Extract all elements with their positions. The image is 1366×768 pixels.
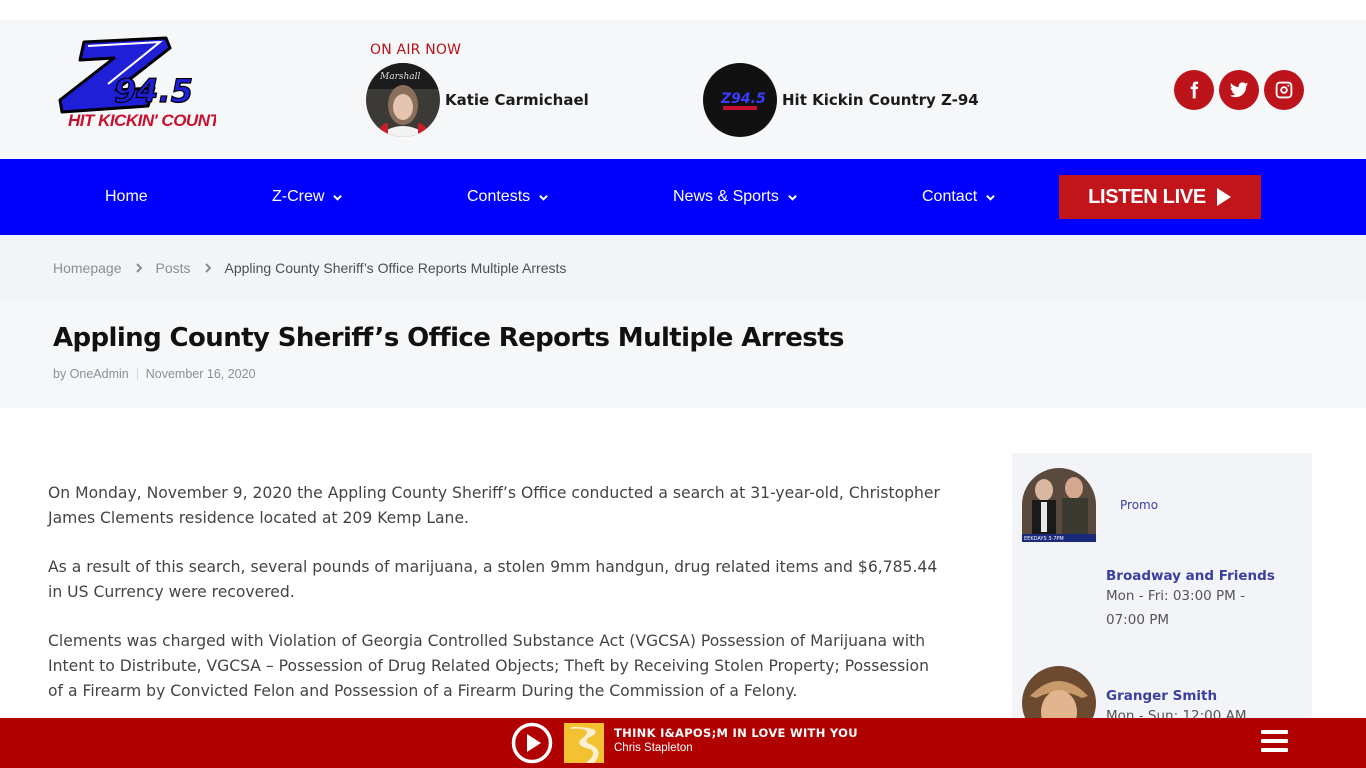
- breadcrumb-homepage[interactable]: Homepage: [53, 260, 122, 276]
- show-schedule-sidebar: EEKDAYS 3-7PM Promo Broadway and Friends…: [1012, 453, 1312, 733]
- chevron-down-icon: [539, 194, 548, 201]
- twitter-icon: [1229, 82, 1249, 98]
- breadcrumb-posts[interactable]: Posts: [156, 260, 191, 276]
- station-name: Hit Kickin Country Z-94: [782, 91, 979, 109]
- paragraph: Clements was charged with Violation of G…: [48, 632, 929, 700]
- listen-live-label: LISTEN LIVE: [1088, 185, 1206, 208]
- show-time: 07:00 PM: [1106, 612, 1169, 628]
- svg-text:Z94.5: Z94.5: [720, 91, 766, 107]
- content-area: On Monday, November 9, 2020 the Appling …: [0, 408, 1366, 733]
- current-host[interactable]: Marshall Katie Carmichael: [366, 63, 589, 137]
- station-logo[interactable]: 94.5 HIT KICKIN' COUNTRY: [54, 34, 216, 134]
- host-name: Katie Carmichael: [445, 91, 589, 109]
- post-author[interactable]: by OneAdmin: [53, 367, 129, 381]
- station-show[interactable]: Z94.5 Hit Kickin Country Z-94: [703, 63, 979, 137]
- chevron-right-icon: [135, 262, 142, 273]
- promo-image: EEKDAYS 3-7PM: [1022, 468, 1096, 542]
- show-item[interactable]: Broadway and Friends Mon - Fri: 03:00 PM…: [1106, 568, 1275, 632]
- track-artist: Chris Stapleton: [614, 742, 693, 754]
- nav-item-z-crew[interactable]: Z-Crew: [272, 159, 343, 235]
- twitter-button[interactable]: [1219, 70, 1259, 110]
- facebook-button[interactable]: [1174, 70, 1214, 110]
- nav-item-contact[interactable]: Contact: [922, 159, 995, 235]
- nav-label: Home: [105, 188, 148, 205]
- post-body: On Monday, November 9, 2020 the Appling …: [48, 481, 948, 728]
- svg-text:Marshall: Marshall: [379, 72, 421, 82]
- top-strip: [0, 0, 1366, 20]
- breadcrumb: Homepage Posts Appling County Sheriff’s …: [0, 235, 1366, 300]
- svg-text:94.5: 94.5: [114, 72, 193, 110]
- hamburger-icon-bar: [1261, 739, 1288, 743]
- station-avatar: Z94.5: [703, 63, 777, 137]
- page-title: Appling County Sheriff’s Office Reports …: [53, 323, 844, 353]
- nav-item-contests[interactable]: Contests: [467, 159, 548, 235]
- chevron-down-icon: [333, 194, 343, 201]
- album-art: [564, 723, 604, 763]
- hamburger-icon-bar: [1261, 748, 1288, 752]
- nav-label: Z-Crew: [272, 188, 325, 205]
- menu-button[interactable]: [1261, 730, 1288, 756]
- promo-label[interactable]: Promo: [1120, 498, 1158, 512]
- post-header: Appling County Sheriff’s Office Reports …: [0, 300, 1366, 408]
- paragraph: On Monday, November 9, 2020 the Appling …: [48, 484, 940, 527]
- instagram-button[interactable]: [1264, 70, 1304, 110]
- chevron-down-icon: [986, 194, 995, 201]
- social-links: [1174, 70, 1304, 110]
- host-avatar: Marshall: [366, 63, 440, 137]
- post-meta: by OneAdmin November 16, 2020: [53, 367, 1366, 381]
- breadcrumb-current: Appling County Sheriff’s Office Reports …: [224, 259, 567, 276]
- nav-label: News & Sports: [673, 188, 779, 205]
- facebook-icon: [1190, 81, 1199, 99]
- play-icon: [1216, 188, 1231, 206]
- instagram-icon: [1275, 81, 1293, 99]
- svg-text:EEKDAYS 3-7PM: EEKDAYS 3-7PM: [1024, 536, 1064, 542]
- chevron-right-icon: [204, 262, 211, 273]
- main-nav: Home Z-Crew Contests News & Sports Conta…: [0, 159, 1366, 235]
- svg-text:HIT KICKIN' COUNTRY: HIT KICKIN' COUNTRY: [68, 111, 216, 130]
- nav-label: Contact: [922, 188, 978, 205]
- play-button[interactable]: [511, 722, 553, 764]
- show-title[interactable]: Granger Smith: [1106, 688, 1247, 704]
- nav-item-home[interactable]: Home: [105, 159, 148, 235]
- paragraph: As a result of this search, several poun…: [48, 558, 938, 601]
- show-time: Mon - Fri: 03:00 PM -: [1106, 588, 1245, 604]
- promo-item[interactable]: EEKDAYS 3-7PM: [1022, 468, 1096, 542]
- post-date: November 16, 2020: [145, 367, 256, 381]
- chevron-down-icon: [788, 194, 797, 201]
- site-header: 94.5 HIT KICKIN' COUNTRY ON AIR NOW Mars…: [0, 20, 1366, 159]
- track-title: THINK I&APOS;M IN LOVE WITH YOU: [614, 726, 858, 740]
- listen-live-button[interactable]: LISTEN LIVE: [1059, 175, 1261, 219]
- hamburger-icon-bar: [1261, 730, 1288, 734]
- meta-divider: [136, 368, 138, 380]
- nav-label: Contests: [467, 188, 531, 205]
- on-air-now-label: ON AIR NOW: [370, 42, 462, 58]
- audio-player: THINK I&APOS;M IN LOVE WITH YOU Chris St…: [0, 718, 1366, 768]
- nav-item-news-sports[interactable]: News & Sports: [673, 159, 797, 235]
- show-title[interactable]: Broadway and Friends: [1106, 568, 1275, 584]
